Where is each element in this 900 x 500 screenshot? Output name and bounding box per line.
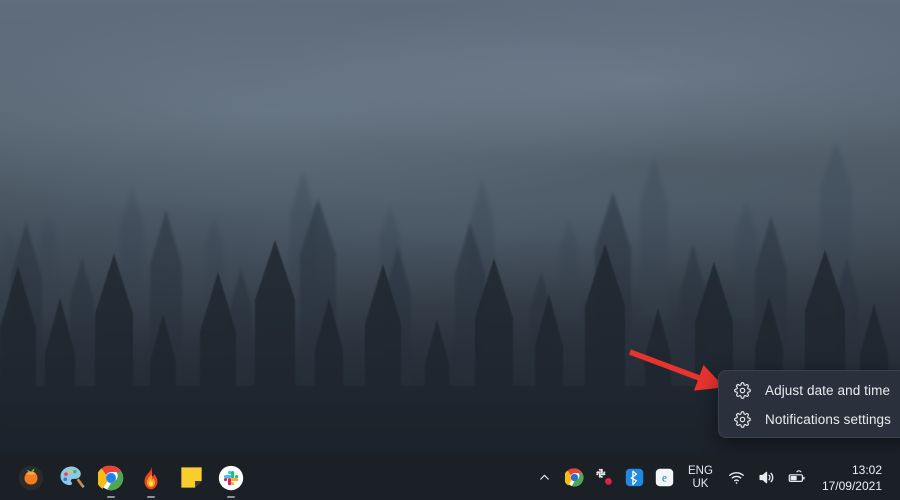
language-indicator[interactable]: ENG UK — [679, 458, 722, 498]
tray-icon-bluetooth[interactable] — [619, 458, 649, 498]
edge-icon: e — [654, 468, 674, 488]
app-running-indicator — [107, 495, 115, 498]
tray-icon-battery[interactable] — [782, 458, 812, 498]
paint-icon — [60, 466, 85, 489]
annotation-arrow — [629, 349, 725, 391]
clock-time: 13:02 — [851, 462, 882, 477]
taskbar-app-paint[interactable] — [54, 461, 88, 495]
menu-item-label: Adjust date and time — [765, 383, 891, 398]
gear-icon — [732, 381, 752, 401]
taskbar-app-list — [0, 461, 248, 498]
tray-icon-slack[interactable] — [589, 458, 619, 498]
taskbar-app-slack[interactable] — [214, 461, 248, 498]
chrome-icon — [98, 465, 124, 490]
battery-icon — [787, 468, 807, 488]
clock-date: 17/09/2021 — [821, 478, 882, 493]
show-hidden-icons-button[interactable] — [529, 458, 559, 498]
menu-item-label: Notifications settings — [765, 412, 892, 427]
fl-studio-icon — [18, 465, 44, 490]
context-menu[interactable]: Adjust date and time Notifications setti… — [718, 370, 900, 438]
app-running-indicator — [227, 495, 235, 498]
language-line-1: ENG — [688, 464, 713, 477]
flame-icon — [144, 466, 158, 489]
menu-item-notifications-settings[interactable]: Notifications settings — [719, 405, 900, 434]
system-tray: e ENG UK 13:02 17/09/2021 — [529, 455, 900, 500]
language-line-2: UK — [692, 477, 709, 490]
taskbar-clock[interactable]: 13:02 17/09/2021 — [812, 458, 890, 498]
tray-icon-volume[interactable] — [752, 458, 782, 498]
chevron-up-icon — [534, 468, 554, 488]
sticky-notes-icon — [180, 467, 202, 488]
wifi-icon — [727, 468, 747, 488]
taskbar: e ENG UK 13:02 17/09/2021 — [0, 455, 900, 500]
tray-icon-wifi[interactable] — [722, 458, 752, 498]
slack-tray-icon — [594, 468, 614, 488]
tray-icon-edge[interactable]: e — [649, 458, 679, 498]
tray-icon-chrome[interactable] — [559, 458, 589, 498]
chrome-tray-icon — [564, 468, 584, 488]
volume-icon — [757, 468, 777, 488]
gear-icon — [732, 410, 752, 430]
taskbar-app-flame[interactable] — [134, 461, 168, 498]
svg-text:e: e — [662, 473, 667, 485]
bluetooth-icon — [624, 468, 644, 488]
menu-item-adjust-date-and-time[interactable]: Adjust date and time — [719, 376, 900, 405]
desktop-screen: Adjust date and time Notifications setti… — [0, 0, 900, 500]
taskbar-app-chrome[interactable] — [94, 461, 128, 498]
taskbar-app-fl-studio[interactable] — [14, 461, 48, 495]
app-running-indicator — [147, 495, 155, 498]
taskbar-app-sticky-notes[interactable] — [174, 461, 208, 495]
slack-icon — [218, 465, 244, 490]
